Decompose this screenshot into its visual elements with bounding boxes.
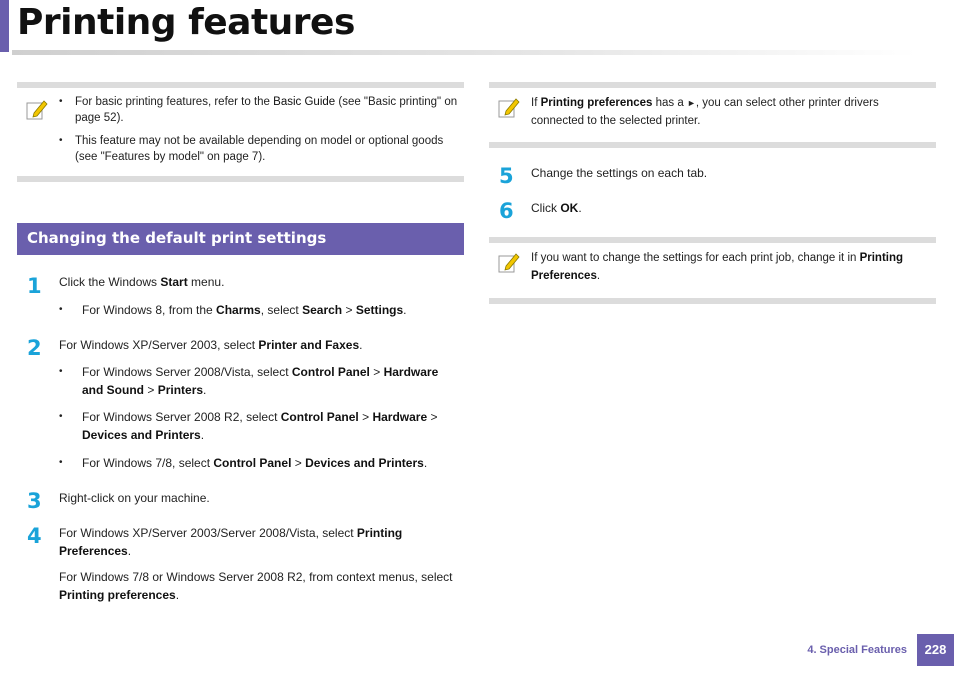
note-text: If you want to change the settings for e… <box>531 252 904 282</box>
step-number: 5 <box>499 164 514 188</box>
step-text: For Windows XP/Server 2003, select Print… <box>59 338 363 352</box>
left-accent-bar <box>0 0 9 52</box>
step-number: 3 <box>27 489 42 513</box>
step-bullet: • For Windows Server 2008/Vista, select … <box>59 365 439 397</box>
note-box-preferences: If Printing preferences has a ►, you can… <box>489 82 936 148</box>
footer-section-label: 4. Special Features <box>807 644 907 656</box>
step-text: For Windows XP/Server 2003/Server 2008/V… <box>59 526 403 558</box>
step-bullet: • For Windows 7/8, select Control Panel … <box>59 456 428 470</box>
step-text: Click OK. <box>531 201 582 215</box>
page-number-box: 228 <box>917 634 954 666</box>
step-number: 6 <box>499 199 514 223</box>
note-text: If Printing preferences has a ►, you can… <box>531 97 879 127</box>
section-heading-bar: Changing the default print settings <box>17 223 464 255</box>
note-text: For basic printing features, refer to th… <box>59 94 464 172</box>
note-box-print-job: If you want to change the settings for e… <box>489 237 936 304</box>
note-pencil-icon <box>498 98 520 118</box>
page-title: Printing features <box>17 2 355 43</box>
title-rule <box>12 50 917 55</box>
arrow-right-icon: ► <box>686 98 696 108</box>
step-paragraph: For Windows 7/8 or Windows Server 2008 R… <box>59 570 453 602</box>
step-text: Change the settings on each tab. <box>531 166 708 180</box>
note-box-basic: For basic printing features, refer to th… <box>17 82 464 182</box>
step-text: Right-click on your machine. <box>59 491 210 505</box>
note-item: This feature may not be available depend… <box>59 133 464 165</box>
step-number: 2 <box>27 336 42 360</box>
note-pencil-icon <box>498 253 520 273</box>
note-pencil-icon <box>26 100 48 120</box>
step-bullet: • For Windows Server 2008 R2, select Con… <box>59 410 438 442</box>
step-number: 1 <box>27 274 42 298</box>
section-heading: Changing the default print settings <box>27 229 327 247</box>
step-text: Click the Windows Start menu. <box>59 275 225 289</box>
note-item: For basic printing features, refer to th… <box>59 94 464 126</box>
page-number: 228 <box>924 642 947 657</box>
step-number: 4 <box>27 524 42 548</box>
step-bullet: • For Windows 8, from the Charms, select… <box>59 303 407 317</box>
